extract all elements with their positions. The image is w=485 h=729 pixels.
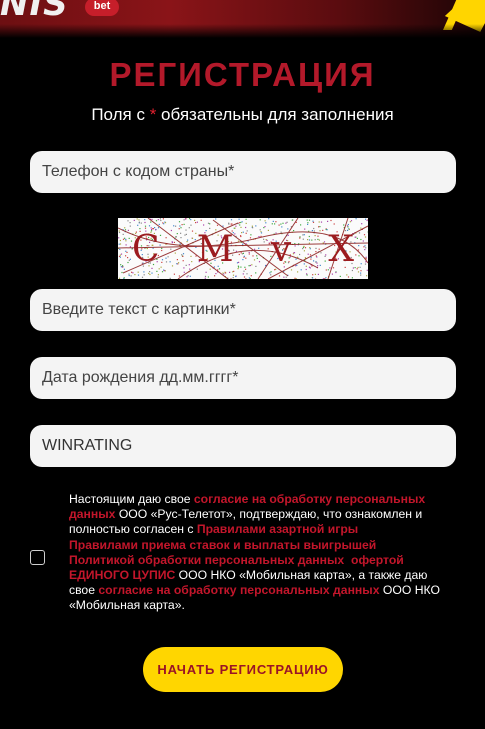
captcha-text-field[interactable] [30, 289, 456, 331]
logo-text: NIS [0, 0, 69, 24]
captcha-image: C M v X [118, 218, 368, 279]
birthdate-field[interactable] [30, 357, 456, 399]
promo-code-field[interactable] [30, 425, 456, 467]
start-registration-button[interactable]: НАЧАТЬ РЕГИСТРАЦИЮ [143, 647, 343, 692]
required-note-after: обязательны для заполнения [156, 105, 394, 124]
consent-link-privacy-policy[interactable]: Политикой обработки персональных данных [69, 553, 344, 567]
captcha-svg: C M v X [118, 218, 368, 279]
consent-checkbox[interactable] [30, 550, 45, 565]
consent-link-betting-rules[interactable]: Правилами приема ставок и выплаты выигры… [69, 538, 376, 552]
consent-link-personal-data-2[interactable]: согласие на обработку персональных данны… [98, 583, 379, 597]
logo-badge: bet [85, 0, 119, 16]
phone-field[interactable] [30, 151, 456, 193]
consent-link-gambling-rules[interactable]: Правилами азартной игры [197, 522, 358, 536]
required-note-before: Поля с [91, 105, 150, 124]
top-banner: NIS bet [0, 0, 485, 38]
consent-text-1: Настоящим даю свое [69, 492, 194, 506]
banner-fade [0, 24, 485, 38]
required-note: Поля с * обязательны для заполнения [0, 105, 485, 125]
consent-text: Настоящим даю свое согласие на обработку… [69, 492, 455, 614]
page-title: РЕГИСТРАЦИЯ [109, 56, 376, 93]
